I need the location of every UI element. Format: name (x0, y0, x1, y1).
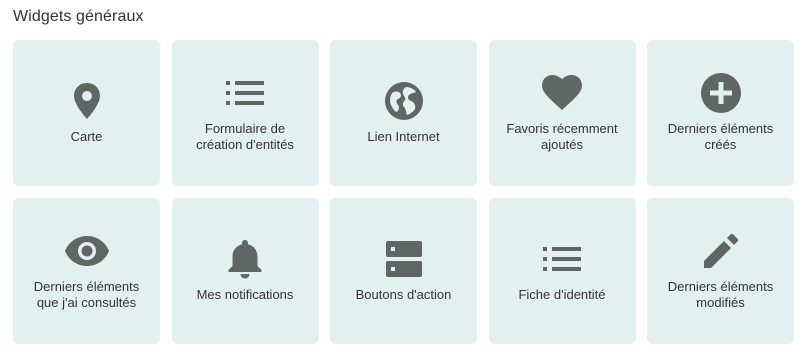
widget-tile-derniers-crees[interactable]: Derniers éléments créés (647, 40, 794, 186)
widget-label: Derniers éléments créés (667, 121, 774, 152)
widget-tile-derniers-consultes[interactable]: Derniers éléments que j'ai consultés (13, 198, 160, 344)
widget-tile-favoris[interactable]: Favoris récemment ajoutés (488, 40, 636, 186)
list-icon (540, 239, 584, 279)
widget-label: Carte (70, 129, 103, 144)
section-title: Widgets généraux (13, 8, 144, 25)
widget-label: Boutons d'action (355, 287, 452, 302)
globe-icon (382, 81, 426, 121)
plus-circle-icon (699, 73, 743, 113)
eye-icon (64, 231, 109, 271)
widget-label: Fiche d'identité (518, 287, 606, 302)
widget-grid: Carte Formulaire de création d'entités L… (13, 40, 794, 344)
list-icon (223, 73, 267, 113)
widget-tile-derniers-modifies[interactable]: Derniers éléments modifiés (647, 198, 794, 344)
heart-icon (540, 73, 584, 113)
widget-label: Lien Internet (367, 129, 440, 144)
widget-tile-lien-internet[interactable]: Lien Internet (330, 40, 477, 186)
widget-label: Favoris récemment ajoutés (506, 121, 618, 152)
widget-label: Derniers éléments que j'ai consultés (33, 279, 140, 310)
widget-tile-carte[interactable]: Carte (13, 40, 160, 186)
widget-tile-boutons-action[interactable]: Boutons d'action (330, 198, 477, 344)
widget-label: Mes notifications (196, 287, 294, 302)
widget-tile-notifications[interactable]: Mes notifications (171, 198, 319, 344)
widget-label: Formulaire de création d'entités (196, 121, 294, 152)
map-pin-icon (65, 81, 109, 121)
widget-tile-fiche-identite[interactable]: Fiche d'identité (488, 198, 636, 344)
pencil-icon (699, 231, 743, 271)
widget-tile-formulaire[interactable]: Formulaire de création d'entités (171, 40, 319, 186)
bell-icon (223, 239, 267, 279)
widget-label: Derniers éléments modifiés (667, 279, 774, 310)
server-icon (382, 239, 426, 279)
